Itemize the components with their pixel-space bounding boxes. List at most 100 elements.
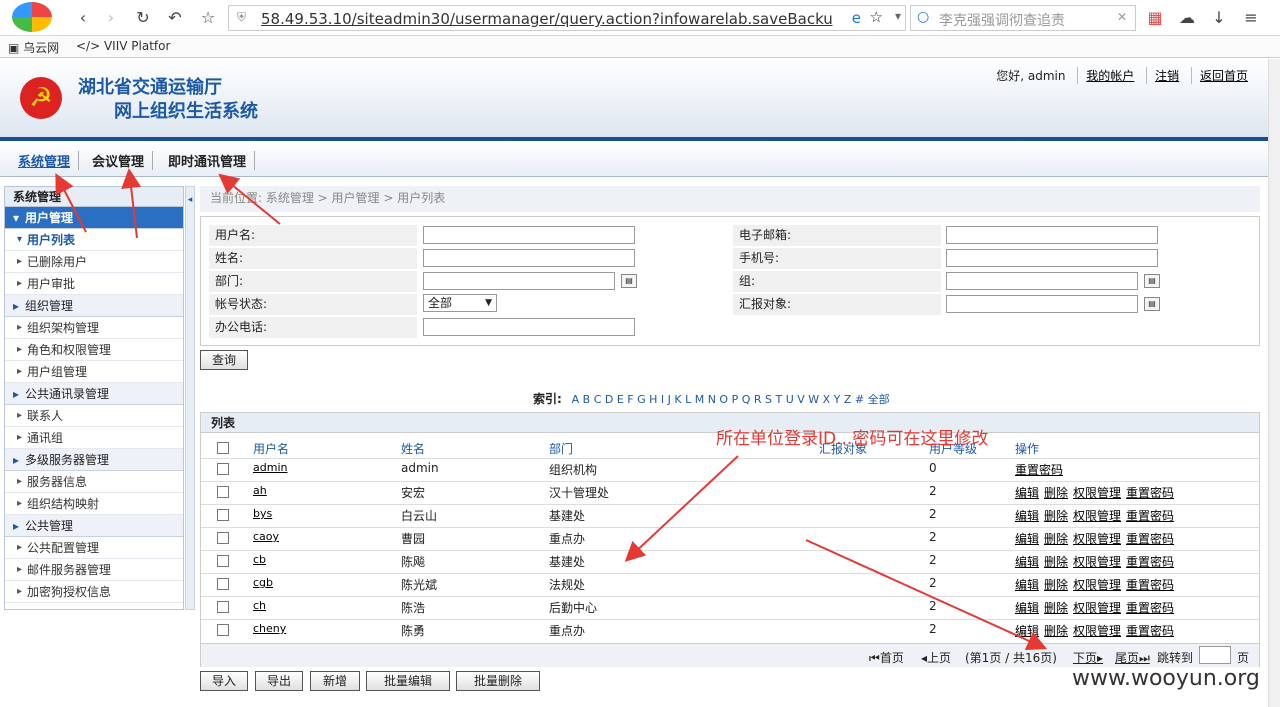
- row-op-link[interactable]: 编辑: [1015, 601, 1039, 615]
- sidebar-group-user[interactable]: 用户管理: [5, 207, 183, 229]
- row-op-link[interactable]: 编辑: [1015, 624, 1039, 638]
- tab-im[interactable]: 即时通讯管理: [160, 151, 256, 170]
- tab-meeting[interactable]: 会议管理: [84, 151, 154, 170]
- undo-icon[interactable]: ↶: [166, 9, 184, 27]
- star-icon[interactable]: ☆: [199, 9, 217, 27]
- dept-picker-icon[interactable]: ▤: [621, 274, 637, 288]
- logout-link[interactable]: 注销: [1155, 69, 1179, 83]
- row-op-link[interactable]: 删除: [1044, 532, 1068, 546]
- forward-icon[interactable]: ›: [102, 9, 120, 27]
- pager-next[interactable]: 下页▸: [1073, 649, 1103, 666]
- row-op-link[interactable]: 编辑: [1015, 555, 1039, 569]
- row-username[interactable]: ah: [253, 484, 267, 497]
- row-checkbox[interactable]: [217, 555, 229, 567]
- reload-icon[interactable]: ↻: [134, 9, 152, 27]
- select-all-checkbox[interactable]: [217, 442, 229, 454]
- row-op-link[interactable]: 权限管理: [1073, 601, 1121, 615]
- row-username[interactable]: cgb: [253, 576, 273, 589]
- batch-delete-button[interactable]: 批量删除: [456, 671, 540, 691]
- row-op-link[interactable]: 编辑: [1015, 486, 1039, 500]
- row-checkbox[interactable]: [217, 578, 229, 590]
- row-checkbox[interactable]: [217, 532, 229, 544]
- row-op-link[interactable]: 重置密码: [1126, 486, 1174, 500]
- apps-icon[interactable]: ▦: [1146, 9, 1164, 27]
- row-op-link[interactable]: 重置密码: [1015, 463, 1063, 477]
- row-op-link[interactable]: 删除: [1044, 509, 1068, 523]
- cloud-icon[interactable]: ☁: [1178, 9, 1196, 27]
- bookmark-wooyun[interactable]: ▣ 乌云网: [8, 39, 59, 56]
- ie-icon[interactable]: e: [852, 9, 861, 27]
- row-op-link[interactable]: 编辑: [1015, 509, 1039, 523]
- row-op-link[interactable]: 重置密码: [1126, 578, 1174, 592]
- row-checkbox[interactable]: [217, 509, 229, 521]
- row-op-link[interactable]: 重置密码: [1126, 624, 1174, 638]
- row-op-link[interactable]: 重置密码: [1126, 555, 1174, 569]
- sidebar-item-deleted-users[interactable]: 已删除用户: [5, 251, 183, 273]
- row-op-link[interactable]: 重置密码: [1126, 509, 1174, 523]
- query-button[interactable]: 查询: [200, 350, 248, 370]
- row-username[interactable]: bys: [253, 507, 272, 520]
- index-letters[interactable]: A B C D E F G H I J K L M N O P Q R S T …: [572, 393, 890, 406]
- row-username[interactable]: admin: [253, 461, 287, 474]
- row-op-link[interactable]: 删除: [1044, 486, 1068, 500]
- tab-system[interactable]: 系统管理: [10, 151, 80, 170]
- sidebar-item-server-info[interactable]: 服务器信息: [5, 471, 183, 493]
- sidebar-item-contact-groups[interactable]: 通讯组: [5, 427, 183, 449]
- row-username[interactable]: cheny: [253, 622, 286, 635]
- name-input[interactable]: [423, 249, 635, 267]
- download-icon[interactable]: ↓: [1210, 9, 1228, 27]
- dept-input[interactable]: [423, 272, 615, 290]
- sidebar-item-org-structure[interactable]: 组织架构管理: [5, 317, 183, 339]
- row-op-link[interactable]: 删除: [1044, 624, 1068, 638]
- sidebar-item-org-mapping[interactable]: 组织结构映射: [5, 493, 183, 515]
- row-op-link[interactable]: 权限管理: [1073, 509, 1121, 523]
- group-picker-icon[interactable]: ▤: [1144, 274, 1160, 288]
- pager-first[interactable]: ⏮首页: [869, 649, 904, 666]
- sidebar-item-roles[interactable]: 角色和权限管理: [5, 339, 183, 361]
- url-bar[interactable]: ⛨ 58.49.53.10/siteadmin30/usermanager/qu…: [228, 5, 906, 31]
- row-op-link[interactable]: 权限管理: [1073, 624, 1121, 638]
- pager-last[interactable]: 尾页⏭: [1115, 649, 1150, 666]
- dropdown-icon[interactable]: ▾: [895, 9, 901, 23]
- row-op-link[interactable]: 权限管理: [1073, 555, 1121, 569]
- report-input[interactable]: [946, 295, 1138, 313]
- row-checkbox[interactable]: [217, 486, 229, 498]
- sidebar-item-user-groups[interactable]: 用户组管理: [5, 361, 183, 383]
- group-input[interactable]: [946, 272, 1138, 290]
- row-op-link[interactable]: 编辑: [1015, 578, 1039, 592]
- sidebar-item-contacts[interactable]: 联系人: [5, 405, 183, 427]
- export-button[interactable]: 导出: [255, 671, 303, 691]
- add-button[interactable]: 新增: [310, 671, 360, 691]
- row-op-link[interactable]: 权限管理: [1073, 578, 1121, 592]
- sidebar-item-public-config[interactable]: 公共配置管理: [5, 537, 183, 559]
- row-op-link[interactable]: 权限管理: [1073, 532, 1121, 546]
- sidebar-group-org[interactable]: 组织管理: [5, 295, 183, 317]
- row-op-link[interactable]: 重置密码: [1126, 532, 1174, 546]
- row-checkbox[interactable]: [217, 463, 229, 475]
- sidebar-group-servers[interactable]: 多级服务器管理: [5, 449, 183, 471]
- email-input[interactable]: [946, 226, 1158, 244]
- sidebar-group-public[interactable]: 公共管理: [5, 515, 183, 537]
- page-scrollbar[interactable]: [1268, 59, 1280, 707]
- row-op-link[interactable]: 编辑: [1015, 532, 1039, 546]
- my-account-link[interactable]: 我的帐户: [1086, 69, 1134, 83]
- sidebar-item-user-approval[interactable]: 用户审批: [5, 273, 183, 295]
- back-icon[interactable]: ‹: [74, 9, 92, 27]
- status-select[interactable]: 全部 ▼: [423, 294, 497, 312]
- row-checkbox[interactable]: [217, 624, 229, 636]
- sidebar-collapse-icon[interactable]: ◂: [185, 186, 195, 610]
- row-checkbox[interactable]: [217, 601, 229, 613]
- import-button[interactable]: 导入: [200, 671, 248, 691]
- row-op-link[interactable]: 重置密码: [1126, 601, 1174, 615]
- username-input[interactable]: [423, 226, 635, 244]
- browser-search[interactable]: ○ 李克强强调彻查追责 ✕: [910, 5, 1136, 31]
- row-username[interactable]: caoy: [253, 530, 279, 543]
- batch-edit-button[interactable]: 批量编辑: [366, 671, 450, 691]
- favorite-icon[interactable]: ☆: [870, 8, 883, 26]
- clear-icon[interactable]: ✕: [1117, 10, 1127, 24]
- menu-icon[interactable]: ≡: [1242, 9, 1260, 27]
- row-username[interactable]: ch: [253, 599, 266, 612]
- sidebar-item-mail-server[interactable]: 邮件服务器管理: [5, 559, 183, 581]
- office-phone-input[interactable]: [423, 318, 635, 336]
- row-op-link[interactable]: 删除: [1044, 555, 1068, 569]
